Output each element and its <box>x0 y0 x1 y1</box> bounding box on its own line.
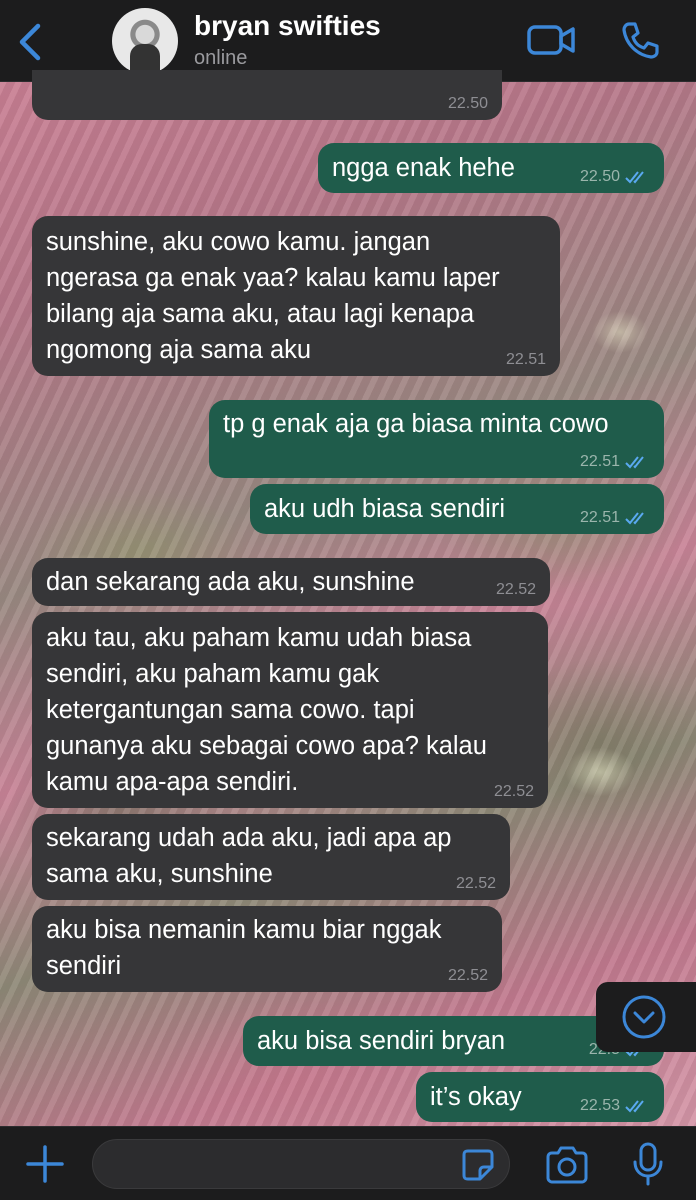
video-camera-icon[interactable] <box>526 22 576 58</box>
message-meta: 22.52 <box>456 874 496 894</box>
message-meta: 22.51 <box>580 508 650 528</box>
message-time: 22.51 <box>505 351 546 368</box>
scroll-to-bottom-button[interactable] <box>596 982 696 1052</box>
sticker-icon[interactable] <box>460 1147 496 1183</box>
contact-status: online <box>194 47 248 69</box>
chevron-down-circle-icon <box>622 995 666 1039</box>
message-time: 22.51 <box>579 453 620 470</box>
double-check-icon <box>625 1100 644 1113</box>
message-meta: 22.50 <box>580 167 650 187</box>
message-bubble-outgoing[interactable]: ngga enak hehe 22.50 <box>318 143 664 193</box>
avatar[interactable] <box>112 8 178 74</box>
message-text: dan sekarang ada aku, sunshine <box>46 568 415 596</box>
message-time: 22.50 <box>579 168 620 185</box>
message-bubble-incoming[interactable]: aku bisa nemanin kamu biar nggak sendiri… <box>32 906 502 992</box>
message-bubble-outgoing[interactable]: tp g enak aja ga biasa minta cowo 22.51 <box>209 400 664 478</box>
message-bubble-incoming[interactable]: sunshine, aku cowo kamu. jangan ngerasa … <box>32 216 560 376</box>
message-text: sekarang udah ada aku, jadi apa ap sama … <box>46 824 452 888</box>
double-check-icon <box>625 456 644 469</box>
message-time: 22.53 <box>579 1097 620 1114</box>
message-meta: 22.52 <box>496 580 536 600</box>
contact-name[interactable]: bryan swifties <box>194 10 381 42</box>
message-time: 22.50 <box>447 95 488 112</box>
message-text: aku tau, aku paham kamu udah biasa sendi… <box>46 624 487 796</box>
phone-icon[interactable] <box>620 20 660 60</box>
chevron-left-icon[interactable] <box>12 20 48 64</box>
message-bubble-outgoing[interactable]: aku udh biasa sendiri 22.51 <box>250 484 664 534</box>
message-time: 22.52 <box>495 581 536 598</box>
message-time: 22.52 <box>455 875 496 892</box>
double-check-icon <box>625 512 644 525</box>
message-bubble-incoming[interactable]: 22.50 <box>32 70 502 120</box>
composer-bar <box>0 1126 696 1200</box>
message-meta: 22.50 <box>448 94 488 114</box>
double-check-icon <box>625 171 644 184</box>
microphone-icon[interactable] <box>630 1141 666 1187</box>
message-bubble-outgoing[interactable]: it’s okay 22.53 <box>416 1072 664 1122</box>
message-time: 22.51 <box>579 509 620 526</box>
message-text: sunshine, aku cowo kamu. jangan ngerasa … <box>46 228 500 364</box>
message-text: aku bisa nemanin kamu biar nggak sendiri <box>46 916 442 980</box>
message-time: 22.52 <box>447 967 488 984</box>
message-meta: 22.51 <box>580 452 650 472</box>
message-meta: 22.53 <box>580 1096 650 1116</box>
message-time: 22.52 <box>493 783 534 800</box>
message-meta: 22.52 <box>494 782 534 802</box>
chat-screen: bryan swifties online 22.50 ngga enak he… <box>0 0 696 1200</box>
camera-icon[interactable] <box>544 1145 590 1185</box>
message-meta: 22.51 <box>506 350 546 370</box>
message-text: tp g enak aja ga biasa minta cowo <box>223 410 609 438</box>
message-bubble-incoming[interactable]: sekarang udah ada aku, jadi apa ap sama … <box>32 814 510 900</box>
message-bubble-incoming[interactable]: dan sekarang ada aku, sunshine 22.52 <box>32 558 550 606</box>
message-bubble-incoming[interactable]: aku tau, aku paham kamu udah biasa sendi… <box>32 612 548 808</box>
message-meta: 22.52 <box>448 966 488 986</box>
message-input[interactable] <box>92 1139 510 1189</box>
plus-icon[interactable] <box>24 1143 66 1185</box>
